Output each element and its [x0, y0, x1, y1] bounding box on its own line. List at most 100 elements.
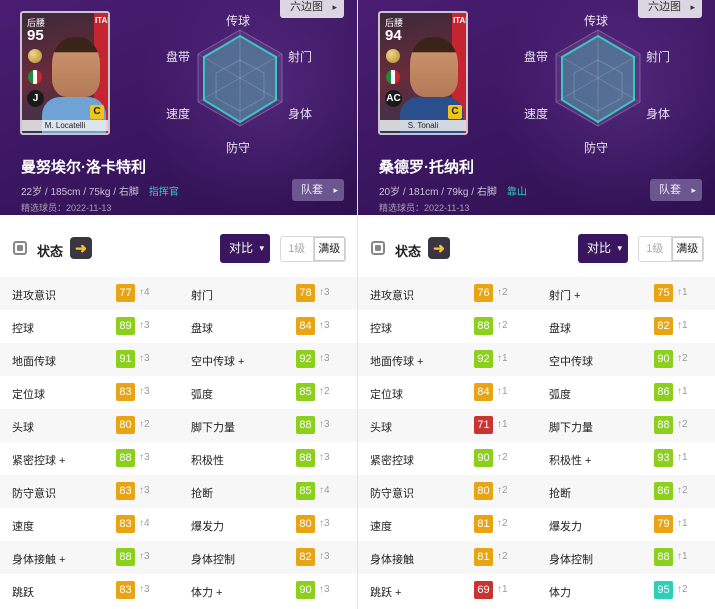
level-1-option[interactable]: 1级: [639, 237, 671, 261]
player-header: ITALIA 后腰 94 AC C S. Tonali 六边图 传球: [358, 0, 715, 215]
nation-stripe-text: ITALIA: [453, 16, 466, 25]
arrow-right-icon[interactable]: ➜: [428, 237, 450, 259]
compare-dropdown[interactable]: 对比: [578, 234, 628, 263]
stat-row: 头球 71 ↑1 脚下力量 88 ↑2: [358, 409, 715, 442]
stat-cell: 身体接触 81 ↑2: [358, 541, 538, 574]
stat-value-badge: 81: [474, 548, 493, 566]
stat-row: 头球 80 ↑2 脚下力量 88 ↑3: [0, 409, 357, 442]
stat-row: 身体接触 + 88 ↑3 身体控制 82 ↑3: [0, 541, 357, 574]
level-toggle[interactable]: 1级 满级: [638, 236, 704, 262]
play-style[interactable]: 指挥官: [149, 187, 179, 198]
stat-increase: ↑4: [139, 287, 150, 298]
stat-value-badge: 83: [116, 581, 135, 599]
arrow-right-icon[interactable]: ➜: [70, 237, 92, 259]
playstyle-c-badge: C: [448, 105, 462, 119]
stat-value-badge: 75: [654, 284, 673, 302]
stat-label: 抢断: [549, 488, 571, 500]
stat-value-badge: 71: [474, 416, 493, 434]
status-bar: 状态 ➜ 对比 1级 满级: [0, 215, 357, 277]
radar-label-physical: 身体: [288, 107, 313, 121]
card-name: M. Locatelli: [22, 120, 108, 131]
stats-table: 进攻意识 76 ↑2 射门 + 75 ↑1 控球 88 ↑2 盘球 82 ↑1 地面传球 + 92 ↑1 空中…: [358, 277, 715, 607]
stat-increase: ↑2: [497, 551, 508, 562]
stat-value-badge: 88: [474, 317, 493, 335]
stat-label: 抢断: [191, 488, 213, 500]
stat-label: 空中传球 +: [191, 356, 245, 368]
stat-value-badge: 88: [116, 548, 135, 566]
stat-label: 积极性: [191, 455, 224, 467]
stat-label: 进攻意识: [12, 290, 56, 302]
level-max-option[interactable]: 满级: [312, 237, 345, 261]
stat-cell: 进攻意识 77 ↑4: [0, 277, 180, 310]
player-info: 20岁 / 181cm / 79kg / 右脚 靠山: [379, 187, 527, 198]
stat-increase: ↑2: [497, 518, 508, 529]
stat-increase: ↑1: [677, 551, 688, 562]
radar-label-physical: 身体: [646, 107, 671, 121]
stat-cell: 防守意识 80 ↑2: [358, 475, 538, 508]
stat-row: 地面传球 91 ↑3 空中传球 + 92 ↑3: [0, 343, 357, 376]
radar-label-shooting: 射门: [288, 50, 313, 64]
stat-increase: ↑4: [319, 485, 330, 496]
team-button[interactable]: 队套: [292, 179, 344, 201]
club-badge-icon: J: [27, 90, 44, 107]
player-card[interactable]: ITALIA 后腰 95 J C M. Locatelli: [20, 11, 110, 135]
stat-cell: 体力 95 ↑2: [538, 574, 715, 607]
stat-value-badge: 83: [116, 383, 135, 401]
team-button[interactable]: 队套: [650, 179, 702, 201]
player-column: ITALIA 后腰 95 J C M. Locatelli 六边图 传球: [0, 0, 357, 609]
stat-label: 防守意识: [370, 488, 414, 500]
stat-increase: ↑3: [139, 551, 150, 562]
stat-cell: 空中传球 90 ↑2: [538, 343, 715, 376]
level-max-option[interactable]: 满级: [670, 237, 703, 261]
stat-cell: 紧密控球 90 ↑2: [358, 442, 538, 475]
stat-increase: ↑2: [497, 485, 508, 496]
compare-dropdown[interactable]: 对比: [220, 234, 270, 263]
stat-label: 地面传球 +: [370, 356, 424, 368]
stat-value-badge: 88: [654, 416, 673, 434]
stat-row: 跳跃 83 ↑3 体力 + 90 ↑3: [0, 574, 357, 607]
stat-label: 身体接触 +: [12, 554, 66, 566]
stat-cell: 跳跃 + 69 ↑1: [358, 574, 538, 607]
stat-label: 体力 +: [191, 587, 223, 599]
stat-value-badge: 89: [116, 317, 135, 335]
stat-row: 定位球 83 ↑3 弧度 85 ↑2: [0, 376, 357, 409]
stat-label: 头球: [12, 422, 34, 434]
stat-value-badge: 86: [654, 383, 673, 401]
stat-value-badge: 90: [654, 350, 673, 368]
stat-increase: ↑3: [319, 353, 330, 364]
stat-value-badge: 90: [474, 449, 493, 467]
play-style[interactable]: 靠山: [507, 187, 527, 198]
stat-cell: 弧度 85 ↑2: [180, 376, 357, 409]
stat-increase: ↑1: [677, 386, 688, 397]
player-card[interactable]: ITALIA 后腰 94 AC C S. Tonali: [378, 11, 468, 135]
stat-label: 盘球: [191, 323, 213, 335]
stat-label: 控球: [12, 323, 34, 335]
stat-value-badge: 82: [296, 548, 315, 566]
level-1-option[interactable]: 1级: [281, 237, 313, 261]
stat-label: 身体控制: [191, 554, 235, 566]
stat-increase: ↑1: [497, 419, 508, 430]
stat-value-badge: 80: [296, 515, 315, 533]
player-column: ITALIA 后腰 94 AC C S. Tonali 六边图 传球: [357, 0, 715, 609]
stat-value-badge: 79: [654, 515, 673, 533]
stat-increase: ↑3: [319, 320, 330, 331]
stat-row: 紧密控球 90 ↑2 积极性 + 93 ↑1: [358, 442, 715, 475]
stat-value-badge: 80: [474, 482, 493, 500]
status-icon: [13, 241, 27, 255]
radar-label-speed: 速度: [524, 107, 549, 121]
stat-row: 控球 88 ↑2 盘球 82 ↑1: [358, 310, 715, 343]
stat-label: 积极性 +: [549, 455, 592, 467]
player-name: 曼努埃尔·洛卡特利: [21, 159, 146, 176]
stat-label: 爆发力: [191, 521, 224, 533]
stat-label: 身体接触: [370, 554, 414, 566]
stat-increase: ↑3: [139, 584, 150, 595]
stat-label: 空中传球: [549, 356, 593, 368]
stat-cell: 头球 80 ↑2: [0, 409, 180, 442]
level-toggle[interactable]: 1级 满级: [280, 236, 346, 262]
card-rating: 95: [27, 27, 44, 44]
radar-chart: [197, 29, 283, 127]
featured-date: 精选球员：2022-11-13: [21, 203, 112, 213]
stat-increase: ↑3: [319, 518, 330, 529]
stat-cell: 盘球 82 ↑1: [538, 310, 715, 343]
stat-label: 进攻意识: [370, 290, 414, 302]
